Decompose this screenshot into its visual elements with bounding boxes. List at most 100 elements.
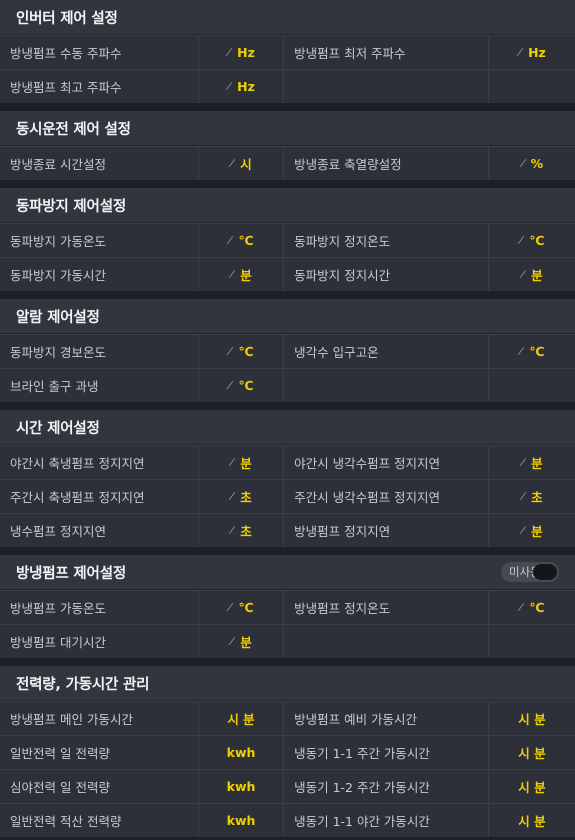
setting-value[interactable]: / ℃: [199, 369, 285, 402]
enable-toggle[interactable]: 미사용: [501, 562, 559, 582]
pencil-icon[interactable]: /: [226, 600, 236, 614]
pencil-icon[interactable]: /: [519, 489, 529, 503]
pencil-icon[interactable]: /: [517, 344, 527, 358]
unit-label: Hz: [528, 45, 546, 60]
setting-label: 주간시 축냉펌프 정지지연: [0, 480, 199, 513]
unit-label: 시 분: [227, 712, 255, 727]
settings-section: 알람 제어설정 동파방지 경보온도 / ℃ 냉각수 입구고온 / ℃ 브라인 출구 과냉 / ℃: [0, 299, 575, 402]
setting-row: 심야전력 일 전력량 kwh 냉동기 1-2 주간 가동시간 시 분: [0, 769, 575, 803]
section-header: 전력량, 가동시간 관리: [0, 666, 575, 701]
pencil-icon[interactable]: /: [228, 523, 238, 537]
setting-value: 시 분: [489, 736, 575, 769]
setting-value[interactable]: / 분: [489, 258, 575, 291]
setting-value[interactable]: / ℃: [489, 591, 575, 624]
section-title: 전력량, 가동시간 관리: [16, 676, 150, 693]
unit-label: 시: [240, 157, 252, 172]
setting-value[interactable]: / ℃: [489, 224, 575, 257]
pencil-icon[interactable]: /: [226, 378, 236, 392]
setting-value[interactable]: / ℃: [199, 591, 285, 624]
section-header: 시간 제어설정: [0, 410, 575, 445]
setting-label: 심야전력 일 전력량: [0, 770, 199, 803]
setting-row: 일반전력 적산 전력량 kwh 냉동기 1-1 야간 가동시간 시 분: [0, 803, 575, 837]
section-title: 인버터 제어 설정: [16, 10, 118, 27]
unit-label: 분: [240, 635, 252, 650]
unit-label: Hz: [237, 45, 255, 60]
setting-value: 시 분: [489, 804, 575, 837]
unit-label: Hz: [237, 79, 255, 94]
setting-row: 야간시 축냉펌프 정지지연 / 분 야간시 냉각수펌프 정지지연 / 분: [0, 445, 575, 479]
pencil-icon[interactable]: /: [519, 267, 529, 281]
setting-row: 동파방지 가동온도 / ℃ 동파방지 정지온도 / ℃: [0, 223, 575, 257]
setting-label: 야간시 냉각수펌프 정지지연: [284, 446, 489, 479]
setting-label: 방냉펌프 수동 주파수: [0, 36, 199, 69]
setting-value[interactable]: / ℃: [489, 335, 575, 368]
section-header: 알람 제어설정: [0, 299, 575, 334]
pencil-icon[interactable]: /: [517, 600, 527, 614]
setting-value[interactable]: / Hz: [199, 70, 285, 103]
pencil-icon[interactable]: /: [225, 79, 235, 93]
pencil-icon[interactable]: /: [228, 634, 238, 648]
setting-value[interactable]: / 초: [199, 514, 285, 547]
setting-value[interactable]: / 분: [199, 446, 285, 479]
setting-label: 방냉종료 시간설정: [0, 147, 199, 180]
unit-label: ℃: [238, 378, 254, 393]
setting-value[interactable]: / Hz: [489, 36, 575, 69]
pencil-icon[interactable]: /: [519, 455, 529, 469]
pencil-icon[interactable]: /: [519, 523, 529, 537]
setting-value[interactable]: / Hz: [199, 36, 285, 69]
unit-label: kwh: [226, 813, 256, 828]
setting-label: 방냉펌프 예비 가동시간: [284, 702, 489, 735]
unit-label: ℃: [238, 600, 254, 615]
unit-label: 시 분: [518, 712, 546, 727]
setting-row: 방냉펌프 수동 주파수 / Hz 방냉펌프 최저 주파수 / Hz: [0, 35, 575, 69]
setting-label: 방냉펌프 정지지연: [284, 514, 489, 547]
setting-value: [489, 369, 575, 402]
pencil-icon[interactable]: /: [519, 156, 529, 170]
setting-value: 시 분: [199, 702, 285, 735]
section-title: 시간 제어설정: [16, 420, 100, 437]
pencil-icon[interactable]: /: [226, 344, 236, 358]
section-title: 방냉펌프 제어설정: [16, 565, 126, 582]
setting-label: 방냉펌프 메인 가동시간: [0, 702, 199, 735]
setting-value[interactable]: / 분: [489, 446, 575, 479]
setting-value[interactable]: / 분: [199, 258, 285, 291]
unit-label: 분: [240, 268, 252, 283]
setting-value[interactable]: / ℃: [199, 335, 285, 368]
setting-label: 방냉종료 축열량설정: [284, 147, 489, 180]
setting-label: 냉동기 1-1 야간 가동시간: [284, 804, 489, 837]
setting-value[interactable]: / 초: [199, 480, 285, 513]
unit-label: ℃: [238, 344, 254, 359]
setting-value[interactable]: / 분: [199, 625, 285, 658]
setting-value[interactable]: / 시: [199, 147, 285, 180]
setting-label: 동파방지 정지시간: [284, 258, 489, 291]
settings-section: 방냉펌프 제어설정 미사용 방냉펌프 가동온도 / ℃ 방냉펌프 정지온도 / ℃ 방냉펌프 대…: [0, 555, 575, 658]
setting-value: [489, 625, 575, 658]
toggle-knob: [533, 564, 557, 580]
unit-label: 시 분: [518, 746, 546, 761]
section-title: 동시운전 제어 설정: [16, 121, 131, 138]
settings-panel: 인버터 제어 설정 방냉펌프 수동 주파수 / Hz 방냉펌프 최저 주파수 / Hz 방냉펌…: [0, 0, 575, 837]
unit-label: 분: [240, 456, 252, 471]
section-title: 동파방지 제어설정: [16, 198, 126, 215]
setting-label: 일반전력 일 전력량: [0, 736, 199, 769]
setting-value[interactable]: /%: [489, 147, 575, 180]
setting-value: 시 분: [489, 702, 575, 735]
pencil-icon[interactable]: /: [228, 455, 238, 469]
pencil-icon[interactable]: /: [225, 45, 235, 59]
setting-value[interactable]: / 초: [489, 480, 575, 513]
pencil-icon[interactable]: /: [226, 233, 236, 247]
setting-value[interactable]: / ℃: [199, 224, 285, 257]
pencil-icon[interactable]: /: [228, 489, 238, 503]
pencil-icon[interactable]: /: [516, 45, 526, 59]
setting-row: 방냉종료 시간설정 / 시 방냉종료 축열량설정 /%: [0, 146, 575, 180]
setting-value: kwh: [199, 804, 285, 837]
unit-label: ℃: [529, 600, 545, 615]
setting-value[interactable]: / 분: [489, 514, 575, 547]
setting-value: 시 분: [489, 770, 575, 803]
setting-row: 방냉펌프 메인 가동시간 시 분 방냉펌프 예비 가동시간 시 분: [0, 701, 575, 735]
settings-section: 인버터 제어 설정 방냉펌프 수동 주파수 / Hz 방냉펌프 최저 주파수 / Hz 방냉펌…: [0, 0, 575, 103]
pencil-icon[interactable]: /: [228, 267, 238, 281]
pencil-icon[interactable]: /: [228, 156, 238, 170]
pencil-icon[interactable]: /: [517, 233, 527, 247]
setting-row: 브라인 출구 과냉 / ℃: [0, 368, 575, 402]
